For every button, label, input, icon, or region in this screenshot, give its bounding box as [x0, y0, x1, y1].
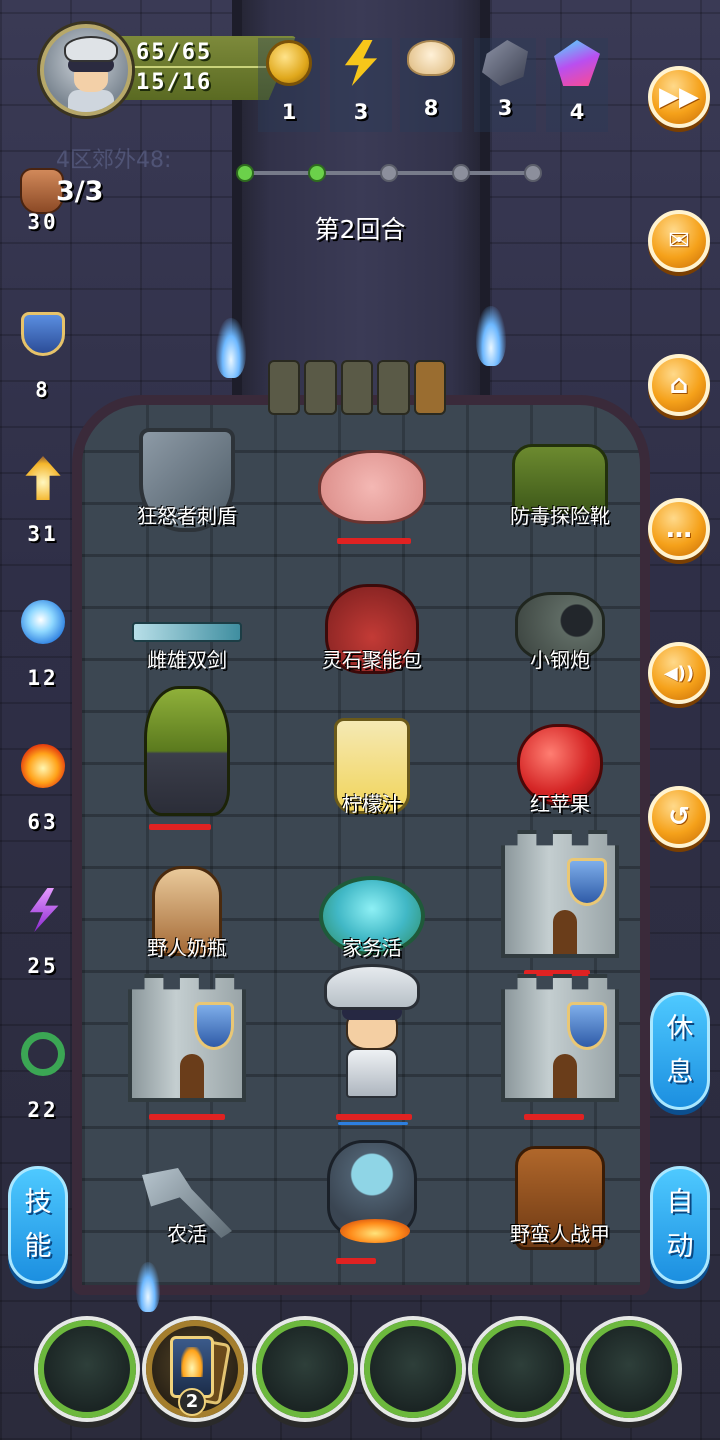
item-barbarian-armor[interactable]: 野蛮人战甲	[470, 1140, 650, 1280]
fast-forward-button[interactable]: ▶▶	[648, 66, 710, 128]
skill-button[interactable]: 技 能	[8, 1166, 68, 1284]
orc-icon	[144, 686, 230, 816]
water-icon	[21, 600, 65, 644]
progress-dot	[308, 164, 326, 182]
enemy-orc[interactable]	[97, 686, 277, 830]
boar-icon	[318, 450, 426, 524]
card-count-badge: 2	[178, 1388, 206, 1416]
skill-slot-6[interactable]	[580, 1320, 678, 1418]
rest-button[interactable]: 休 息	[650, 992, 710, 1110]
chat-button[interactable]: …	[648, 498, 710, 560]
progress-dot	[452, 164, 470, 182]
resource-bun: 8	[401, 40, 461, 120]
card-deck-slot[interactable]: 2	[146, 1320, 244, 1418]
undo-button[interactable]: ↺	[648, 786, 710, 848]
pot-hp-bar	[336, 1258, 376, 1264]
mail-button[interactable]: ✉	[648, 210, 710, 272]
action-points-count: 3/3	[56, 175, 104, 207]
blue-torch-flame	[216, 318, 246, 378]
hero-hp-bar	[336, 1114, 412, 1120]
hero-icon	[324, 964, 420, 1104]
item-rage-spike-shield[interactable]: 狂怒者刺盾	[97, 420, 277, 560]
blue-torch-flame	[476, 306, 506, 366]
fast-forward-icon: ▶▶	[659, 82, 699, 112]
item-small-cannon[interactable]: 小钢炮	[470, 566, 650, 706]
player-hero[interactable]	[282, 964, 462, 1125]
skill-slot-5[interactable]	[472, 1320, 570, 1418]
item-spirit-stone-pack[interactable]: 灵石聚能包	[282, 566, 462, 706]
home-icon: ⌂	[669, 370, 689, 400]
stat-thunder: 25	[14, 888, 72, 978]
item-farm-work[interactable]: 农活	[97, 1140, 277, 1280]
stat-speed: 31	[14, 456, 72, 546]
player-mp: 15/16	[136, 70, 213, 95]
bun-icon	[407, 40, 455, 76]
stat-fire: 63	[14, 744, 72, 834]
lightning-icon	[344, 40, 378, 86]
enemy-hp-bar	[337, 538, 411, 544]
tower-icon	[501, 974, 619, 1102]
action-points: 3/3	[20, 168, 103, 214]
stat-attack: 30	[27, 210, 59, 234]
skill-slot-3[interactable]	[256, 1320, 354, 1418]
enemy-boar[interactable]	[282, 420, 462, 560]
tower-hp-bar	[149, 1114, 225, 1120]
shield-icon	[21, 312, 65, 356]
item-twin-swords[interactable]: 雌雄双剑	[97, 566, 277, 706]
tower-icon	[501, 830, 619, 958]
tower-r4c3[interactable]	[470, 830, 650, 976]
resource-crystal: 4	[547, 40, 607, 124]
tower-r5c1[interactable]	[97, 974, 277, 1120]
arrow-up-icon	[25, 456, 61, 500]
fire-icon	[21, 744, 65, 788]
stat-poison: 22	[14, 1032, 72, 1122]
round-label: 第2回合	[314, 215, 406, 244]
stat-defense: 8	[14, 312, 72, 402]
progress-dot	[236, 164, 254, 182]
resource-ore: 3	[475, 40, 535, 120]
resource-gold: 1	[259, 40, 319, 124]
item-red-apple[interactable]: 红苹果	[470, 710, 650, 850]
crystal-icon	[554, 40, 600, 86]
hero-mp-bar	[338, 1122, 408, 1125]
progress-dot	[524, 164, 542, 182]
resource-energy: 3	[331, 40, 391, 124]
tower-icon	[128, 974, 246, 1102]
lightning-purple-icon	[29, 888, 59, 932]
skill-slot-4[interactable]	[364, 1320, 462, 1418]
skill-slot-1[interactable]	[38, 1320, 136, 1418]
tower-hp-bar	[524, 1114, 584, 1120]
swords-icon	[132, 622, 242, 642]
chat-icon: …	[666, 514, 692, 544]
cooking-pot-icon	[327, 1140, 417, 1243]
player-status-panel: 65/65 15/16	[40, 24, 296, 116]
player-avatar[interactable]	[40, 24, 132, 116]
sound-button[interactable]: ◀))	[648, 642, 710, 704]
cooking-pot[interactable]	[282, 1130, 462, 1270]
tower-r5c3[interactable]	[470, 974, 650, 1120]
enemy-hp-bar	[149, 824, 211, 830]
progress-dot	[380, 164, 398, 182]
stat-water: 12	[14, 600, 72, 690]
home-button[interactable]: ⌂	[648, 354, 710, 416]
floor-progress	[236, 160, 542, 186]
item-lemon-juice[interactable]: 柠檬汁	[282, 710, 462, 850]
undo-icon: ↺	[668, 802, 690, 832]
item-antitoxin-boots[interactable]: 防毒探险靴	[470, 420, 650, 560]
item-savage-bottle[interactable]: 野人奶瓶	[97, 854, 277, 994]
poison-icon	[21, 1032, 65, 1076]
player-hp: 65/65	[136, 40, 213, 65]
entrance-stones	[268, 360, 447, 415]
ore-icon	[482, 40, 528, 86]
auto-button[interactable]: 自 动	[650, 1166, 710, 1284]
speaker-icon: ◀))	[663, 662, 695, 684]
mail-icon: ✉	[668, 226, 690, 256]
coin-icon	[266, 40, 312, 86]
